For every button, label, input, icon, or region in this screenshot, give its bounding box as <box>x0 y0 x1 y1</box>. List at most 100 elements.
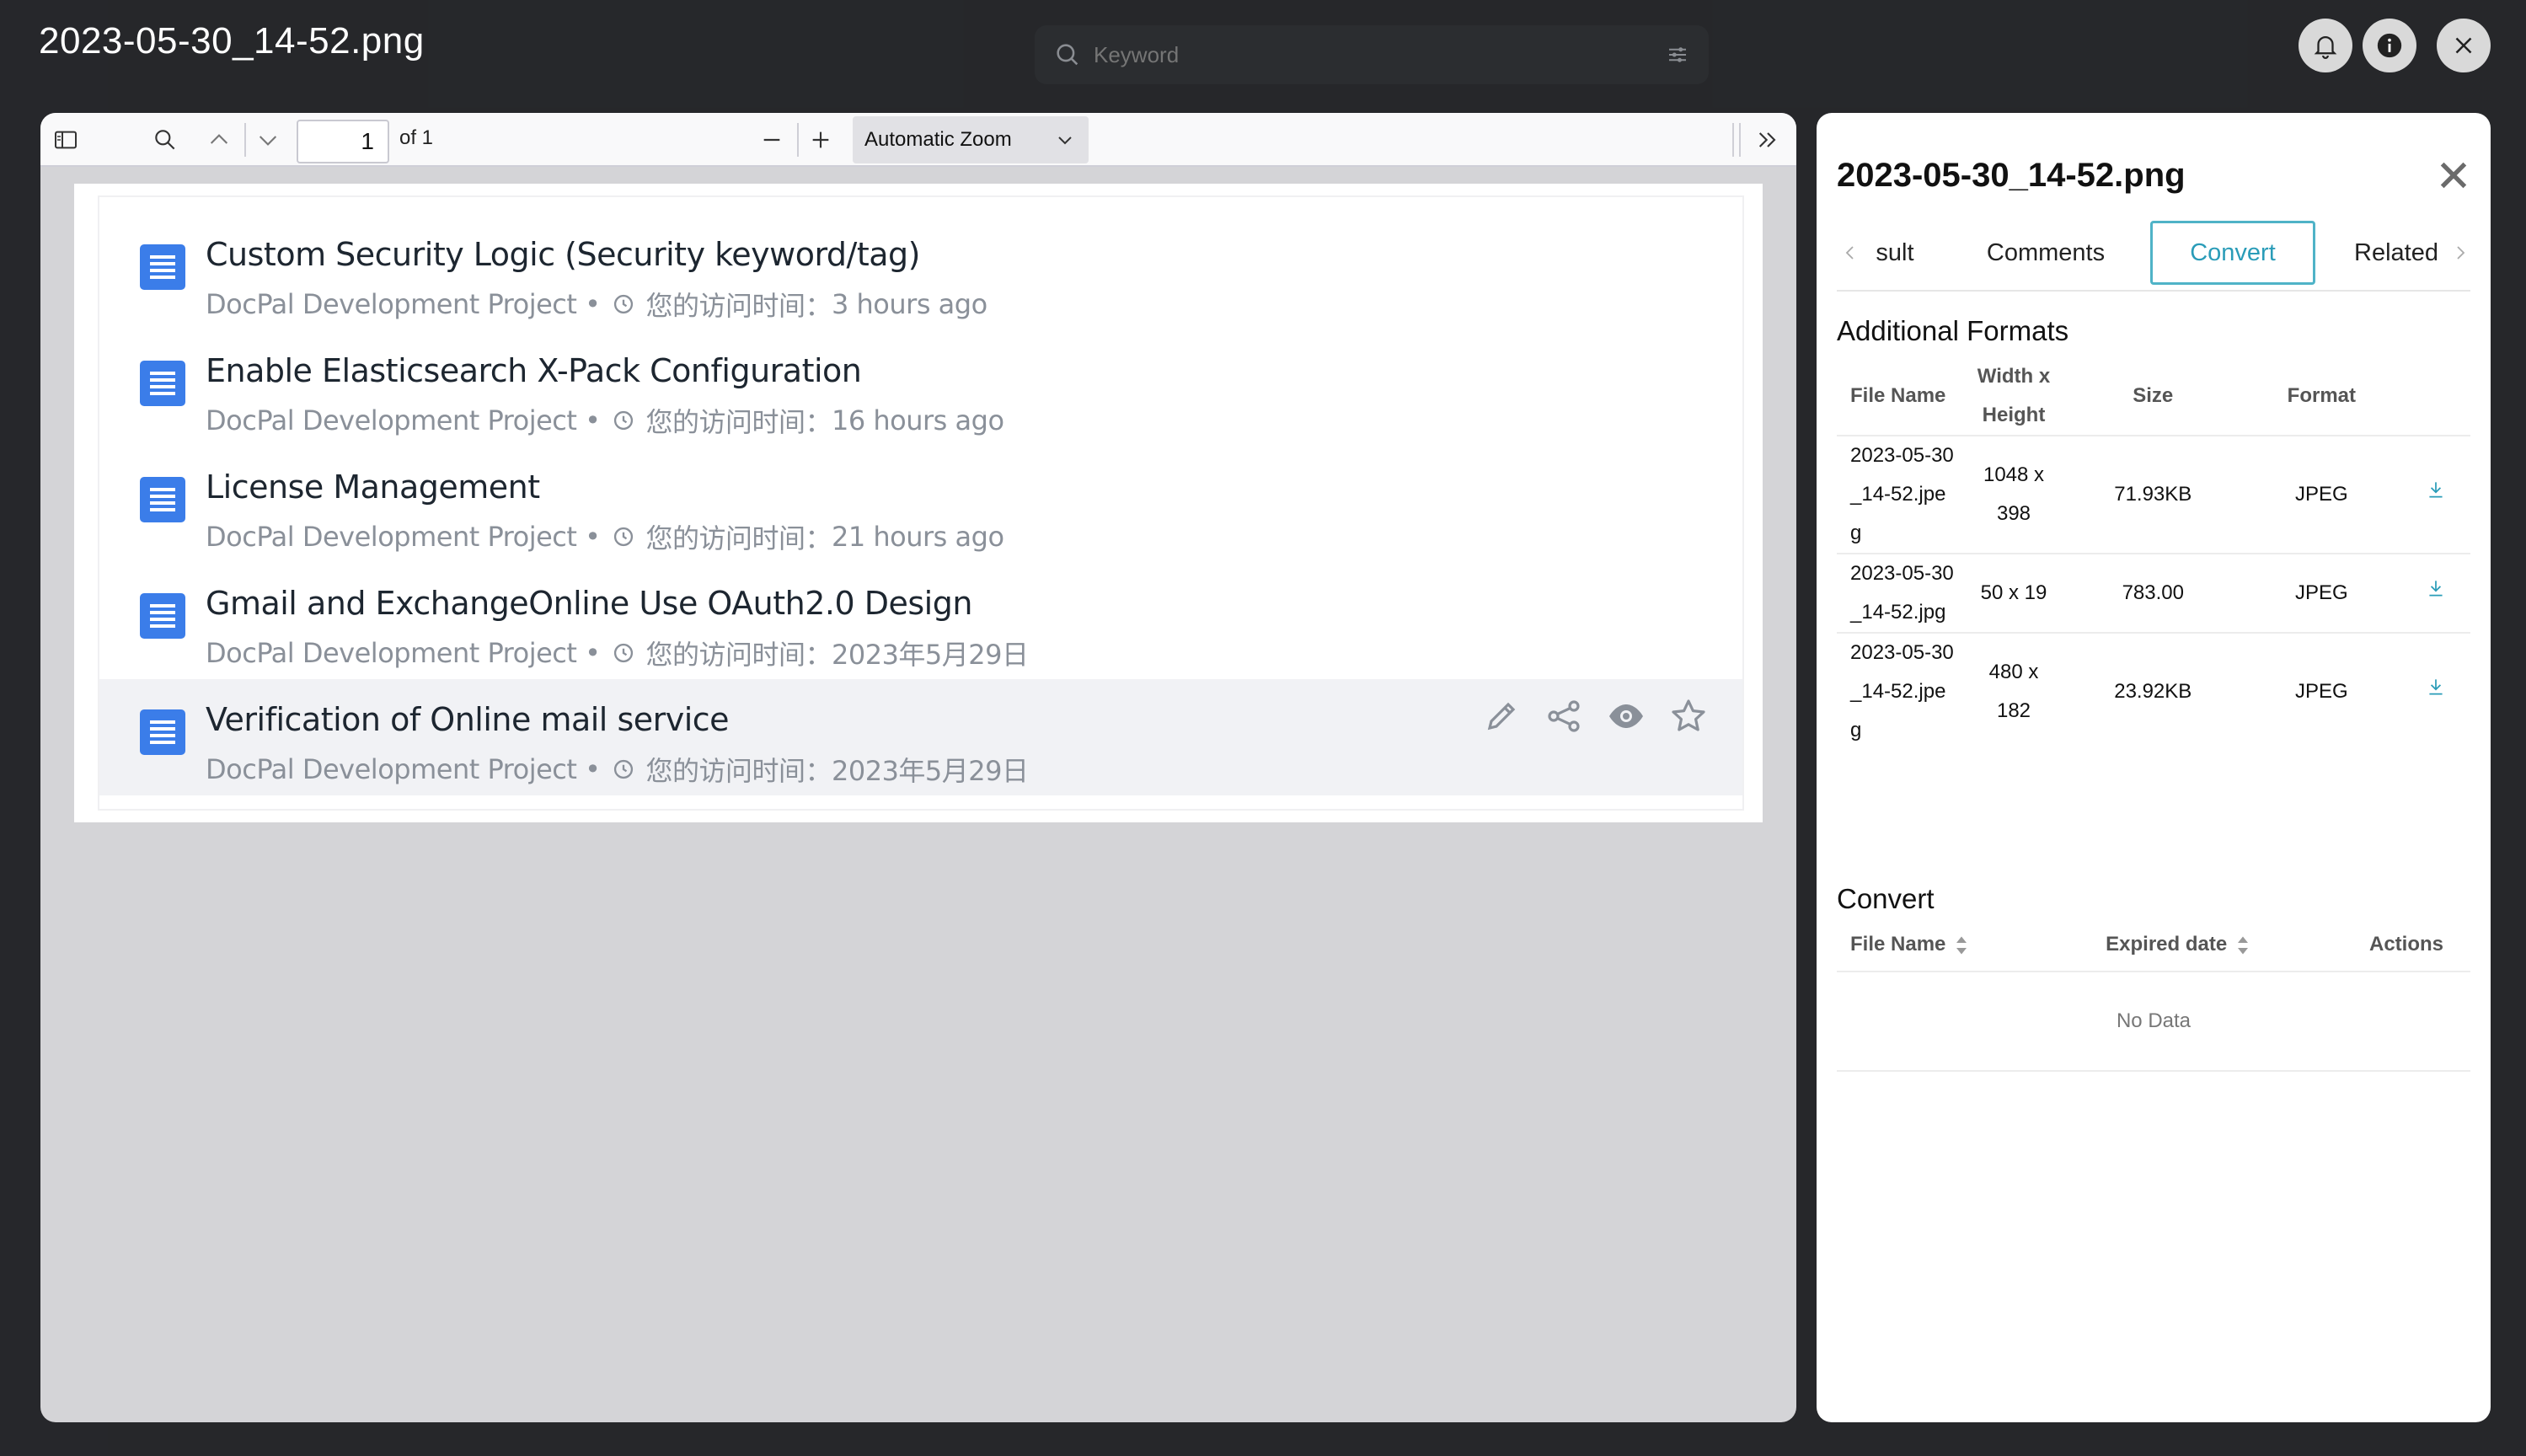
file-format: JPEG <box>2241 632 2402 750</box>
download-cell <box>2401 435 2470 554</box>
file-dimensions: 1048 x 398 <box>1963 435 2064 554</box>
download-icon[interactable] <box>2425 577 2447 599</box>
meta-bullet: • <box>585 753 601 785</box>
table-row: 2023-05-30_14-52.jpg 50 x 19 783.00 JPEG <box>1837 553 2470 633</box>
zoom-select[interactable]: Automatic Zoom <box>853 116 1089 163</box>
tools-button[interactable] <box>1754 126 1781 153</box>
pdf-page: Custom Security Logic (Security keyword/… <box>74 184 1763 822</box>
pdf-viewer: of 1 Automatic Zoom Custom Security Logi… <box>40 113 1796 1422</box>
tab-result[interactable]: sult <box>1870 221 1919 285</box>
previous-page-button[interactable] <box>206 126 233 153</box>
chevron-down-icon <box>259 136 277 146</box>
bell-icon <box>2314 36 2337 59</box>
tab-convert[interactable]: Convert <box>2150 221 2315 285</box>
document-icon <box>140 709 185 755</box>
info-button[interactable] <box>2363 19 2416 72</box>
visit-time: 2023年5月29日 <box>831 639 1029 671</box>
tab-comments[interactable]: Comments <box>1953 221 2138 285</box>
meta-bullet: • <box>585 637 601 669</box>
eye-icon <box>1609 704 1643 728</box>
doc-title: License Management <box>206 468 540 506</box>
visit-time: 21 hours ago <box>831 521 1004 553</box>
col-file-name: File Name <box>1850 384 1946 407</box>
find-button[interactable] <box>152 126 179 153</box>
close-icon[interactable] <box>2437 158 2470 192</box>
sort-icon[interactable] <box>2235 935 2250 956</box>
row-actions <box>1481 696 1709 736</box>
notifications-button[interactable] <box>2299 19 2352 72</box>
close-viewer-button[interactable] <box>2437 19 2491 72</box>
share-icon <box>1548 700 1580 732</box>
document-icon <box>140 244 185 290</box>
details-panel: 2023-05-30_14-52.png sult Comments Conve… <box>1817 113 2491 1422</box>
col-expired-date[interactable]: Expired date <box>2054 925 2302 964</box>
download-icon[interactable] <box>2425 676 2447 698</box>
convert-table: File Name Expired date Actions <box>1837 925 2470 964</box>
star-icon <box>1672 699 1705 731</box>
file-size: 71.93KB <box>2064 435 2242 554</box>
search-icon <box>1057 44 1078 66</box>
convert-heading: Convert <box>1837 883 1935 914</box>
clock-icon <box>614 294 634 314</box>
clock-icon <box>614 643 634 663</box>
toolbar-separator <box>1739 123 1741 157</box>
visit-time: 3 hours ago <box>831 288 987 320</box>
doc-project: DocPal Development Project <box>206 637 577 669</box>
file-size: 783.00 <box>2064 553 2242 633</box>
plus-icon <box>812 131 829 148</box>
sort-icon[interactable] <box>1954 935 1969 956</box>
col-file-name[interactable]: File Name <box>1837 925 2054 964</box>
panel-title: 2023-05-30_14-52.png <box>1837 157 2186 194</box>
search-bar[interactable] <box>1035 25 1709 84</box>
file-name: 2023-05-30_14-52.jpeg <box>1837 632 1963 750</box>
zoom-value: Automatic Zoom <box>864 128 1012 151</box>
table-row: 2023-05-30_14-52.jpeg 480 x 182 23.92KB … <box>1837 632 2470 750</box>
list-item: Gmail and ExchangeOnline Use OAuth2.0 De… <box>99 563 1742 679</box>
meta-bullet: • <box>585 404 601 436</box>
document-icon <box>140 593 185 639</box>
tab-related[interactable]: Related <box>2339 221 2454 285</box>
list-item: License Management DocPal Development Pr… <box>99 447 1742 563</box>
file-dimensions: 50 x 19 <box>1963 553 2064 633</box>
doc-project: DocPal Development Project <box>206 288 577 320</box>
doc-title: Enable Elasticsearch X-Pack Configuratio… <box>206 352 862 389</box>
file-name: 2023-05-30_14-52.jpg <box>1837 553 1963 633</box>
visit-time: 2023年5月29日 <box>831 755 1029 787</box>
toolbar-separator <box>797 123 799 157</box>
doc-meta: DocPal Development Project • 您的访问时间： 202… <box>206 750 1029 789</box>
additional-formats-table: File Name Width x Height Size Format 202… <box>1837 357 2470 750</box>
visit-label: 您的访问时间： <box>645 639 832 671</box>
col-size: Size <box>2133 384 2174 407</box>
download-icon[interactable] <box>2425 479 2447 500</box>
page-number-input[interactable] <box>297 120 389 163</box>
zoom-out-button[interactable] <box>758 126 785 153</box>
info-icon <box>2377 33 2402 58</box>
doc-meta: DocPal Development Project • 您的访问时间： 202… <box>206 634 1029 672</box>
col-download <box>2401 357 2470 436</box>
file-format: JPEG <box>2241 553 2402 633</box>
filter-icon[interactable] <box>1665 42 1690 67</box>
doc-meta: DocPal Development Project • 您的访问时间： 21 … <box>206 517 1004 556</box>
doc-meta: DocPal Development Project • 您的访问时间： 16 … <box>206 401 1004 440</box>
toolbar-separator <box>1732 123 1734 157</box>
list-item: Verification of Online mail service DocP… <box>99 679 1742 795</box>
clock-icon <box>614 527 634 547</box>
chevron-right-icon[interactable] <box>2450 243 2470 263</box>
search-input[interactable] <box>1094 41 1665 68</box>
page-count: of 1 <box>399 126 434 149</box>
pdf-toolbar: of 1 Automatic Zoom <box>40 113 1796 167</box>
doc-meta: DocPal Development Project • 您的访问时间： 3 h… <box>206 285 987 324</box>
list-item: Enable Elasticsearch X-Pack Configuratio… <box>99 330 1742 447</box>
doc-title: Verification of Online mail service <box>206 701 730 738</box>
visit-label: 您的访问时间： <box>645 406 832 438</box>
pencil-icon <box>1487 702 1516 731</box>
download-cell <box>2401 632 2470 750</box>
next-page-button[interactable] <box>254 126 281 153</box>
sidebar-toggle-button[interactable] <box>52 126 79 153</box>
chevron-up-icon <box>210 134 228 144</box>
list-item: Custom Security Logic (Security keyword/… <box>99 214 1742 330</box>
col-dimensions: Width x Height <box>1977 365 2051 426</box>
chevron-left-icon[interactable] <box>1840 243 1860 263</box>
chevron-down-icon <box>1058 136 1072 145</box>
zoom-in-button[interactable] <box>807 126 834 153</box>
